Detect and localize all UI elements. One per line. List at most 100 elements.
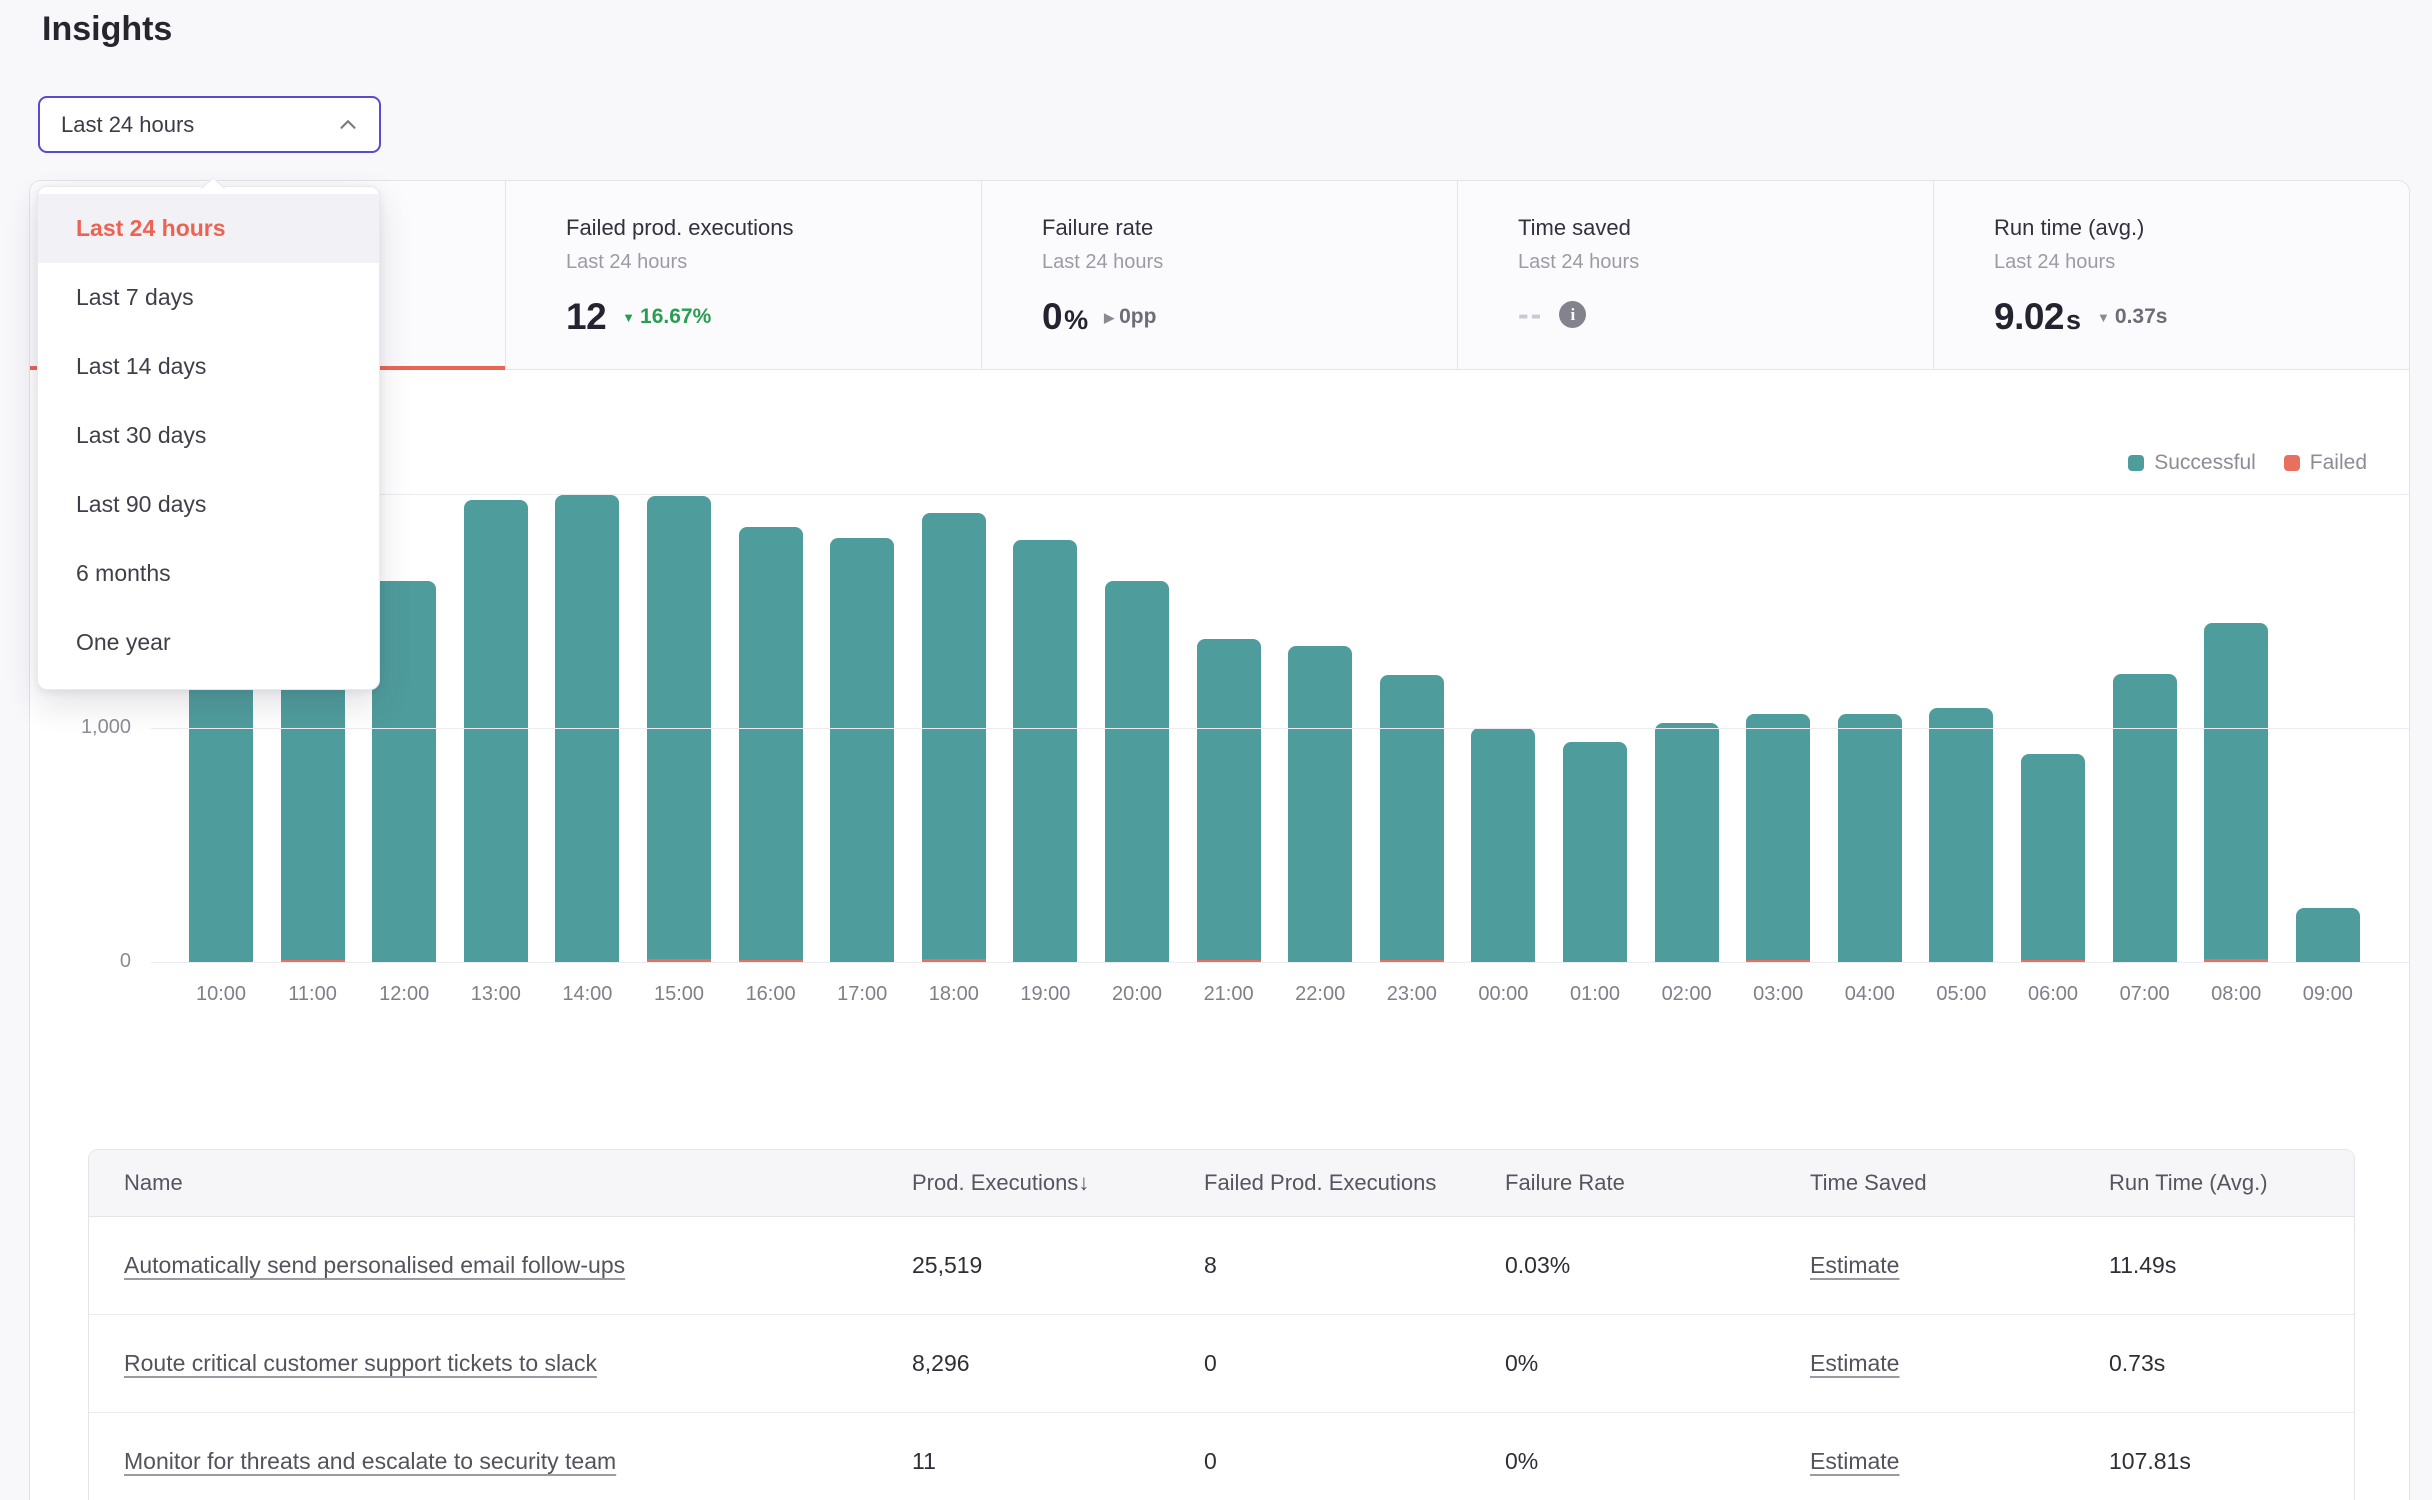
x-tick-label: 07:00 (2099, 983, 2191, 1006)
summary-tab-failed-prod-executions[interactable]: Failed prod. executions Last 24 hours 12▼1… (506, 181, 982, 369)
table-header-row: NameProd. Executions↓Failed Prod. Execut… (89, 1150, 2354, 1217)
bar-03:00[interactable] (1746, 714, 1810, 962)
summary-tab-failure-rate[interactable]: Failure rateLast 24 hours0%▶0pp (982, 181, 1458, 369)
run-time-avg-cell: 107.81s (2109, 1448, 2354, 1475)
x-tick-label: 15:00 (633, 983, 725, 1006)
bar-05:00[interactable] (1929, 708, 1993, 962)
workflow-link[interactable]: Monitor for threats and escalate to secu… (124, 1448, 616, 1474)
bar-08:00[interactable] (2204, 623, 2268, 962)
x-tick-label: 22:00 (1274, 983, 1366, 1006)
estimate-link[interactable]: Estimate (1810, 1350, 1899, 1376)
menu-item-6-months[interactable]: 6 months (38, 539, 379, 608)
x-tick-label: 17:00 (816, 983, 908, 1006)
menu-item-last-90-days[interactable]: Last 90 days (38, 470, 379, 539)
bar-18:00[interactable] (922, 513, 986, 962)
bar-successful-segment (2204, 623, 2268, 959)
bar-successful-segment (1929, 708, 1993, 962)
run-time-avg-cell: 0.73s (2109, 1350, 2354, 1377)
menu-item-last-30-days[interactable]: Last 30 days (38, 401, 379, 470)
sort-desc-icon: ↓ (1078, 1170, 1089, 1195)
bar-06:00[interactable] (2021, 754, 2085, 962)
x-tick-label: 23:00 (1366, 983, 1458, 1006)
bar-successful-segment (1838, 714, 1902, 962)
column-header-failed-prod-executions[interactable]: Failed Prod. Executions (1204, 1170, 1505, 1196)
column-header-time-saved[interactable]: Time Saved (1810, 1170, 2109, 1196)
summary-tab-value: 0 (1042, 296, 1062, 338)
column-header-failure-rate[interactable]: Failure Rate (1505, 1170, 1810, 1196)
bar-10:00[interactable] (189, 669, 253, 962)
bar-successful-segment (830, 538, 894, 962)
x-tick-label: 14:00 (541, 983, 633, 1006)
info-icon[interactable]: i (1559, 301, 1586, 328)
failed-prod-executions-cell: 0 (1204, 1350, 1505, 1377)
gridline (151, 962, 2409, 963)
x-tick-label: 03:00 (1732, 983, 1824, 1006)
bar-11:00[interactable] (281, 669, 345, 962)
bar-successful-segment (739, 527, 803, 960)
triangle-down-icon: ▼ (2097, 311, 2110, 324)
bar-01:00[interactable] (1563, 742, 1627, 962)
bar-successful-segment (2021, 754, 2085, 960)
summary-tab-title: Failed prod. executions (566, 215, 981, 241)
table-row: Route critical customer support tickets … (89, 1314, 2354, 1412)
bar-07:00[interactable] (2113, 674, 2177, 962)
menu-item-last-7-days[interactable]: Last 7 days (38, 263, 379, 332)
time-saved-cell: Estimate (1810, 1252, 2109, 1279)
page-title: Insights (42, 10, 172, 49)
bar-successful-segment (1655, 723, 1719, 962)
menu-item-one-year[interactable]: One year (38, 608, 379, 677)
run-time-avg-cell: 11.49s (2109, 1252, 2354, 1279)
menu-item-last-14-days[interactable]: Last 14 days (38, 332, 379, 401)
column-header-run-time-avg-[interactable]: Run Time (Avg.) (2109, 1170, 2354, 1196)
bar-09:00[interactable] (2296, 908, 2360, 962)
summary-tab-delta: ▼0.37s (2097, 305, 2167, 329)
bar-02:00[interactable] (1655, 723, 1719, 962)
prod-executions-cell: 11 (912, 1448, 1204, 1475)
summary-tab-run-time-avg[interactable]: Run time (avg.)Last 24 hours9.02s▼0.37s (1934, 181, 2409, 369)
bar-successful-segment (922, 513, 986, 959)
chevron-up-icon (335, 112, 361, 138)
bar-successful-segment (2296, 908, 2360, 962)
summary-tab-value-row: 12▼16.67% (566, 296, 981, 338)
time-range-dropdown[interactable]: Last 24 hours (38, 96, 381, 153)
estimate-link[interactable]: Estimate (1810, 1448, 1899, 1474)
y-tick-label: 1,000 (51, 716, 131, 739)
menu-item-last-24-hours[interactable]: Last 24 hours (38, 194, 379, 263)
x-tick-label: 06:00 (2007, 983, 2099, 1006)
table-row: Automatically send personalised email fo… (89, 1217, 2354, 1314)
bar-successful-segment (189, 669, 253, 962)
estimate-link[interactable]: Estimate (1810, 1252, 1899, 1278)
summary-tab-subtitle: Last 24 hours (566, 251, 981, 274)
bar-20:00[interactable] (1105, 581, 1169, 962)
column-header-prod-executions[interactable]: Prod. Executions↓ (912, 1170, 1204, 1196)
bar-16:00[interactable] (739, 527, 803, 962)
workflow-link[interactable]: Automatically send personalised email fo… (124, 1252, 625, 1278)
summary-tab-title: Time saved (1518, 215, 1933, 241)
column-header-name[interactable]: Name (89, 1170, 912, 1196)
summary-tab-value-row: 0%▶0pp (1042, 296, 1457, 338)
chart-legend: SuccessfulFailed (2128, 451, 2367, 475)
bar-23:00[interactable] (1380, 675, 1444, 962)
failure-rate-cell: 0% (1505, 1350, 1810, 1377)
summary-tab-value: 12 (566, 296, 606, 338)
workflow-link[interactable]: Route critical customer support tickets … (124, 1350, 597, 1376)
bar-15:00[interactable] (647, 496, 711, 962)
bar-04:00[interactable] (1838, 714, 1902, 962)
bar-13:00[interactable] (464, 500, 528, 962)
summary-tab-time-saved[interactable]: Time savedLast 24 hours--i (1458, 181, 1934, 369)
x-tick-label: 00:00 (1457, 983, 1549, 1006)
legend-swatch-icon (2284, 455, 2300, 471)
bar-successful-segment (1288, 646, 1352, 962)
gridline (151, 728, 2409, 729)
summary-tab-value: 9.02 (1994, 296, 2064, 338)
bar-17:00[interactable] (830, 538, 894, 962)
bar-00:00[interactable] (1471, 728, 1535, 962)
failed-prod-executions-cell: 8 (1204, 1252, 1505, 1279)
legend-item-successful: Successful (2128, 451, 2256, 475)
workflow-insights-table: NameProd. Executions↓Failed Prod. Execut… (88, 1149, 2355, 1500)
x-tick-label: 13:00 (450, 983, 542, 1006)
bar-21:00[interactable] (1197, 639, 1261, 962)
bar-22:00[interactable] (1288, 646, 1352, 962)
bar-12:00[interactable] (372, 581, 436, 962)
bar-19:00[interactable] (1013, 540, 1077, 962)
